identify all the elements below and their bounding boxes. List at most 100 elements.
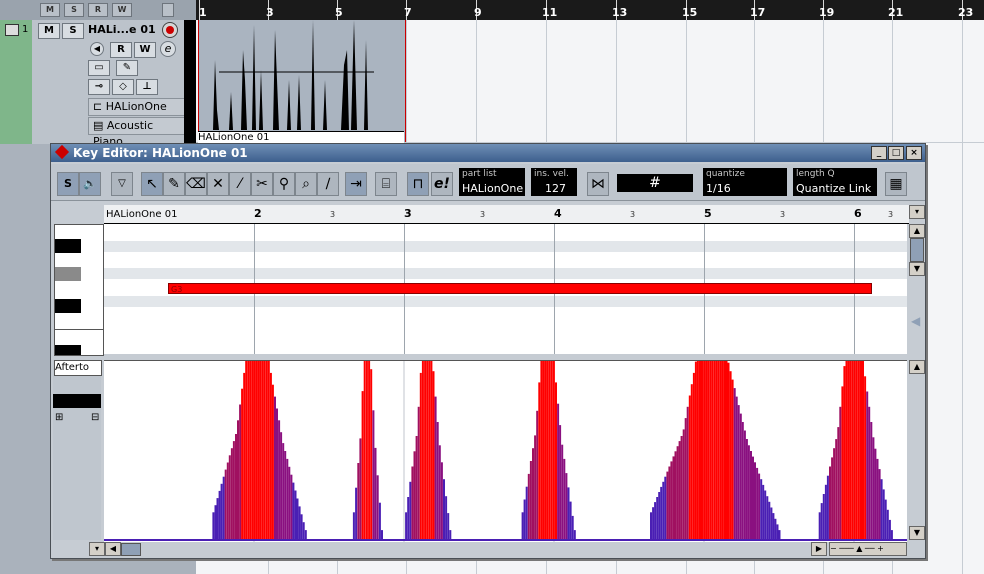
colors-icon[interactable]: ▦: [885, 172, 907, 196]
scroll-down-icon[interactable]: ▼: [909, 262, 925, 276]
track-solo-button[interactable]: S: [62, 23, 84, 39]
aftertouch-event[interactable]: [872, 437, 875, 539]
aftertouch-event[interactable]: [432, 371, 435, 539]
aftertouch-event[interactable]: [230, 448, 233, 539]
aftertouch-event[interactable]: [684, 418, 687, 539]
scroll-up-icon[interactable]: ▲: [909, 360, 925, 374]
aftertouch-event[interactable]: [536, 410, 539, 539]
aftertouch-event[interactable]: [525, 486, 528, 539]
aftertouch-event[interactable]: [668, 466, 671, 540]
aftertouch-event[interactable]: [688, 395, 691, 540]
aftertouch-event[interactable]: [707, 361, 710, 539]
aftertouch-event[interactable]: [829, 466, 831, 540]
aftertouch-event[interactable]: [447, 513, 450, 539]
aftertouch-event[interactable]: [824, 484, 827, 539]
aftertouch-event[interactable]: [218, 490, 221, 539]
aftertouch-event[interactable]: [680, 436, 683, 539]
aftertouch-event[interactable]: [361, 391, 364, 539]
aftertouch-event[interactable]: [703, 361, 706, 539]
record-enable-button[interactable]: [162, 22, 178, 38]
eraser-icon[interactable]: ⌫: [185, 172, 207, 196]
speaker-icon[interactable]: 🔈: [79, 172, 101, 196]
aftertouch-event[interactable]: [421, 361, 424, 539]
aftertouch-event[interactable]: [682, 429, 685, 539]
aftertouch-event[interactable]: [713, 361, 716, 539]
program-field[interactable]: ▤ Acoustic Piano: [88, 117, 186, 148]
aftertouch-event[interactable]: [662, 481, 665, 539]
aftertouch-event[interactable]: [766, 496, 769, 539]
aftertouch-event[interactable]: [760, 479, 763, 539]
track-write-button[interactable]: W: [134, 42, 156, 58]
aftertouch-event[interactable]: [521, 512, 524, 539]
solo-all-button[interactable]: S: [64, 3, 84, 17]
aftertouch-event[interactable]: [253, 361, 256, 539]
aftertouch-event[interactable]: [411, 466, 414, 540]
aftertouch-event[interactable]: [880, 479, 883, 539]
glue-icon[interactable]: ⚲: [273, 172, 295, 196]
aftertouch-event[interactable]: [269, 372, 272, 539]
length-quantize-field[interactable]: length Q Quantize Link: [793, 168, 877, 196]
black-key[interactable]: [55, 239, 81, 253]
aftertouch-event[interactable]: [857, 361, 860, 539]
aftertouch-event[interactable]: [359, 438, 362, 539]
aftertouch-event[interactable]: [705, 361, 708, 539]
aftertouch-event[interactable]: [274, 396, 276, 539]
aftertouch-event[interactable]: [692, 372, 695, 539]
aftertouch-event[interactable]: [415, 436, 418, 539]
aftertouch-event[interactable]: [540, 361, 543, 539]
aftertouch-event[interactable]: [381, 530, 383, 539]
aftertouch-event[interactable]: [555, 382, 557, 539]
aftertouch-event[interactable]: [376, 475, 379, 539]
aftertouch-event[interactable]: [302, 522, 305, 539]
aftertouch-event[interactable]: [529, 461, 532, 539]
zoom-slider[interactable]: − ─── ▲ ── +: [829, 542, 907, 556]
aftertouch-event[interactable]: [670, 461, 673, 539]
edit-active-part-icon[interactable]: ⊓: [407, 172, 429, 196]
controller-select[interactable]: Afterto: [54, 360, 102, 376]
scroll-left-icon[interactable]: ◀: [105, 542, 121, 556]
x-mute-icon[interactable]: ✕: [207, 172, 229, 196]
aftertouch-event[interactable]: [715, 361, 718, 539]
aftertouch-event[interactable]: [747, 445, 750, 539]
aftertouch-event[interactable]: [438, 445, 441, 539]
aftertouch-event[interactable]: [731, 379, 734, 539]
aftertouch-event[interactable]: [696, 361, 699, 539]
aftertouch-event[interactable]: [758, 473, 761, 539]
aftertouch-event[interactable]: [552, 361, 555, 539]
aftertouch-event[interactable]: [864, 376, 867, 539]
aftertouch-event[interactable]: [729, 371, 732, 539]
aftertouch-event[interactable]: [532, 448, 534, 539]
aftertouch-event[interactable]: [711, 361, 714, 539]
aftertouch-event[interactable]: [563, 458, 566, 539]
aftertouch-event[interactable]: [719, 361, 722, 539]
track-menu-icon[interactable]: [162, 3, 174, 17]
aftertouch-event[interactable]: [557, 403, 560, 539]
aftertouch-event[interactable]: [770, 507, 773, 540]
zoom-icon[interactable]: ⌕: [295, 172, 317, 196]
aftertouch-event[interactable]: [818, 512, 821, 539]
aftertouch-event[interactable]: [845, 361, 848, 539]
aftertouch-event[interactable]: [284, 451, 287, 539]
step-input-icon[interactable]: ⌸: [375, 172, 397, 196]
aftertouch-event[interactable]: [409, 481, 412, 539]
aftertouch-event[interactable]: [774, 518, 777, 539]
aftertouch-event[interactable]: [304, 530, 307, 539]
aftertouch-event[interactable]: [660, 486, 663, 539]
scroll-thumb[interactable]: [910, 238, 924, 262]
aftertouch-event[interactable]: [664, 476, 667, 539]
read-all-button[interactable]: R: [88, 3, 108, 17]
aftertouch-event[interactable]: [876, 458, 879, 539]
aftertouch-event[interactable]: [372, 410, 375, 539]
add-lane-icon[interactable]: ⊞: [55, 412, 63, 423]
aftertouch-event[interactable]: [569, 501, 572, 539]
aftertouch-event[interactable]: [259, 361, 262, 539]
part-list-field[interactable]: part list HALionOne: [459, 168, 525, 196]
aftertouch-event[interactable]: [686, 406, 689, 539]
black-key[interactable]: [55, 299, 81, 313]
aftertouch-event[interactable]: [672, 456, 675, 539]
aftertouch-event[interactable]: [280, 432, 283, 539]
aftertouch-event[interactable]: [752, 456, 754, 539]
aftertouch-event[interactable]: [884, 499, 887, 539]
aftertouch-event[interactable]: [226, 462, 229, 540]
aftertouch-event[interactable]: [694, 361, 697, 539]
